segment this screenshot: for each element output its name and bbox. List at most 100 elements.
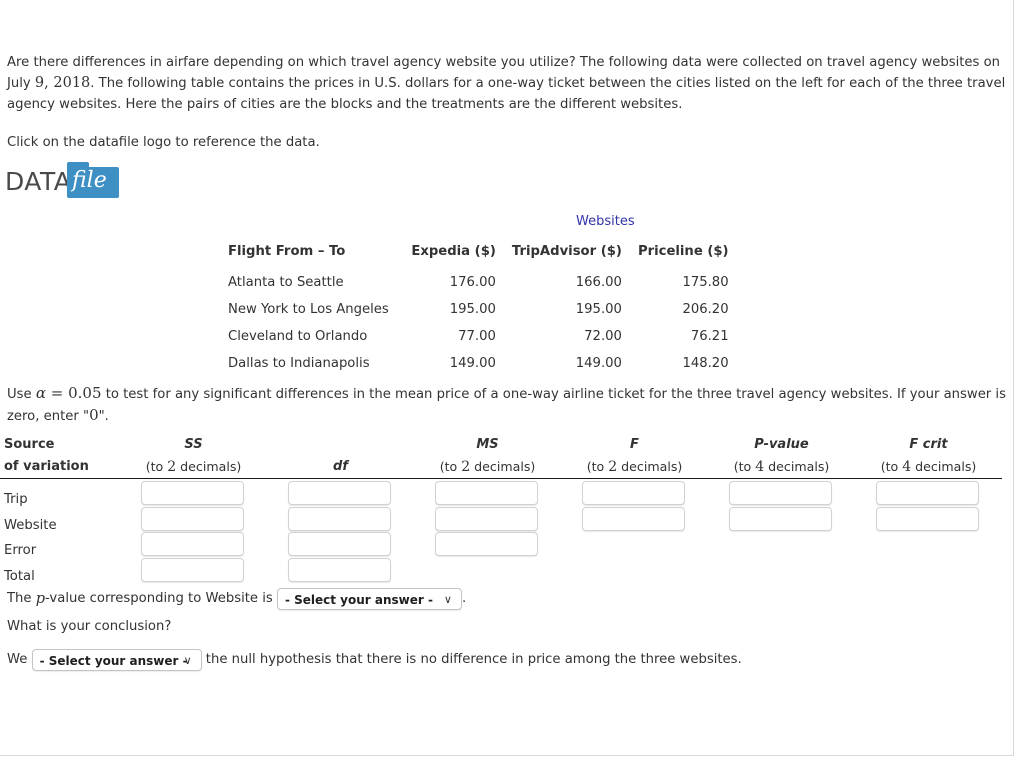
pvalue-sub-num: 4 bbox=[755, 459, 765, 475]
anova-input-column-pvalue bbox=[729, 481, 832, 532]
datafile-logo[interactable]: DATA file bbox=[5, 160, 120, 200]
anova-input-column-ss bbox=[141, 481, 244, 583]
pvalue-middle: -value corresponding to Website is bbox=[45, 591, 277, 606]
airfare-data-table: Flight From – To Expedia ($) TripAdvisor… bbox=[222, 239, 739, 377]
intro-text-part2: . The following table contains the price… bbox=[7, 76, 1006, 112]
input-f-trip[interactable] bbox=[582, 481, 685, 505]
folder-icon: file bbox=[67, 162, 119, 198]
input-f-website[interactable] bbox=[582, 506, 685, 531]
fcrit-sub-prefix: (to bbox=[880, 459, 903, 474]
anova-header-pvalue: P-value (to 4 decimals) bbox=[729, 434, 834, 478]
question-page: Are there differences in airfare dependi… bbox=[0, 0, 1014, 756]
cell-expedia: 195.00 bbox=[449, 302, 496, 317]
cell-route: Atlanta to Seattle bbox=[228, 275, 344, 290]
pvalue-sub-suffix: decimals) bbox=[764, 459, 830, 474]
input-df-website[interactable] bbox=[288, 506, 391, 531]
pvalue-answer-dropdown[interactable]: - Select your answer - ∨ bbox=[276, 588, 462, 610]
anova-header-fcrit-title: F crit bbox=[909, 437, 948, 452]
anova-header-ss-title: SS bbox=[184, 437, 203, 452]
anova-header-df-title: df bbox=[333, 459, 348, 474]
alpha-value: 0.05 bbox=[68, 384, 102, 402]
anova-row-label-total: Total bbox=[4, 568, 35, 584]
cell-tripadvisor: 149.00 bbox=[575, 356, 622, 371]
alpha-middle: to test for any significant differences … bbox=[7, 387, 1006, 424]
anova-header-f: F (to 2 decimals) bbox=[582, 434, 687, 478]
table-row: Dallas to Indianapolis 149.00 149.00 148… bbox=[222, 350, 739, 377]
ms-sub-prefix: (to bbox=[439, 459, 462, 474]
f-sub-num: 2 bbox=[608, 459, 618, 475]
input-df-error[interactable] bbox=[288, 532, 391, 556]
conclusion-answer-line: We - Select your answer - ∨ the null hypo… bbox=[7, 649, 742, 672]
anova-row-label-website: Website bbox=[4, 517, 57, 533]
pvalue-italic-p: p bbox=[35, 591, 46, 607]
anova-header-source-line1: Source bbox=[4, 437, 55, 452]
conclusion-prefix: We bbox=[7, 652, 28, 667]
anova-header-fcrit-sub: (to 4 decimals) bbox=[876, 455, 981, 478]
alpha-instruction: Use α = 0.05 to test for any significant… bbox=[7, 383, 1007, 427]
input-pvalue-website[interactable] bbox=[729, 506, 832, 531]
anova-header-fcrit: F crit (to 4 decimals) bbox=[876, 434, 981, 478]
alpha-symbol: α bbox=[35, 384, 46, 402]
intro-paragraph: Are there differences in airfare dependi… bbox=[7, 52, 1009, 115]
anova-header-pvalue-title: P-value bbox=[754, 437, 809, 452]
cell-route: Dallas to Indianapolis bbox=[228, 356, 370, 371]
anova-row-label-trip: Trip bbox=[4, 492, 28, 507]
table-row: Atlanta to Seattle 176.00 166.00 175.80 bbox=[222, 269, 739, 296]
anova-header-ss: SS (to 2 decimals) bbox=[141, 434, 246, 478]
table-row: Cleveland to Orlando 77.00 72.00 76.21 bbox=[222, 323, 739, 350]
table-row: New York to Los Angeles 195.00 195.00 20… bbox=[222, 296, 739, 323]
input-ms-trip[interactable] bbox=[435, 481, 538, 505]
alpha-zero: 0 bbox=[89, 406, 99, 424]
anova-header-ms-sub: (to 2 decimals) bbox=[435, 455, 540, 478]
anova-header-divider bbox=[0, 478, 1002, 479]
anova-header-source-line2: of variation bbox=[4, 459, 89, 474]
anova-header-ss-sub: (to 2 decimals) bbox=[141, 455, 246, 478]
table-header-row: Flight From – To Expedia ($) TripAdvisor… bbox=[222, 239, 739, 269]
anova-input-column-ms bbox=[435, 481, 538, 558]
anova-header-f-title: F bbox=[630, 437, 639, 452]
input-ss-error[interactable] bbox=[141, 532, 244, 556]
input-fcrit-trip[interactable] bbox=[876, 481, 979, 505]
col-header-expedia: Expedia ($) bbox=[411, 244, 496, 259]
input-df-total[interactable] bbox=[288, 557, 391, 582]
input-ss-total[interactable] bbox=[141, 557, 244, 582]
alpha-equals: = bbox=[45, 384, 69, 402]
pvalue-sub-prefix: (to bbox=[733, 459, 756, 474]
input-pvalue-trip[interactable] bbox=[729, 481, 832, 505]
input-ms-website[interactable] bbox=[435, 506, 538, 531]
fcrit-sub-num: 4 bbox=[902, 459, 912, 475]
anova-row-label-error: Error bbox=[4, 543, 37, 559]
anova-header-f-sub: (to 2 decimals) bbox=[582, 455, 687, 478]
cell-tripadvisor: 72.00 bbox=[584, 329, 622, 344]
input-ss-website[interactable] bbox=[141, 506, 244, 531]
pvalue-question-line: The p-value corresponding to Website is … bbox=[7, 588, 466, 611]
cell-route: New York to Los Angeles bbox=[228, 302, 389, 317]
datafile-instruction: Click on the datafile logo to reference … bbox=[7, 135, 320, 150]
anova-header-ms-title: MS bbox=[476, 437, 499, 452]
anova-row-labels: Trip Website Error Total bbox=[4, 487, 57, 589]
datafile-logo-text: DATA bbox=[5, 167, 72, 196]
alpha-prefix: Use bbox=[7, 387, 36, 402]
cell-expedia: 77.00 bbox=[458, 329, 496, 344]
chevron-down-icon: ∨ bbox=[183, 654, 192, 667]
cell-tripadvisor: 195.00 bbox=[575, 302, 622, 317]
ss-sub-suffix: decimals) bbox=[176, 459, 242, 474]
input-df-trip[interactable] bbox=[288, 481, 391, 505]
input-fcrit-website[interactable] bbox=[876, 506, 979, 531]
conclusion-answer-dropdown[interactable]: - Select your answer - ∨ bbox=[31, 649, 202, 671]
ss-sub-prefix: (to bbox=[145, 459, 168, 474]
input-ms-error[interactable] bbox=[435, 532, 538, 556]
cell-tripadvisor: 166.00 bbox=[575, 275, 622, 290]
pvalue-prefix: The bbox=[7, 591, 36, 606]
cell-priceline: 175.80 bbox=[682, 275, 729, 290]
anova-input-column-f bbox=[582, 481, 685, 532]
input-ss-trip[interactable] bbox=[141, 481, 244, 505]
ms-sub-suffix: decimals) bbox=[470, 459, 536, 474]
chevron-down-icon: ∨ bbox=[443, 593, 452, 606]
datafile-logo-file-text: file bbox=[72, 168, 107, 193]
cell-expedia: 176.00 bbox=[449, 275, 496, 290]
f-sub-suffix: decimals) bbox=[617, 459, 683, 474]
anova-header-row: Source of variation SS (to 2 decimals) d… bbox=[0, 434, 1002, 478]
cell-expedia: 149.00 bbox=[449, 356, 496, 371]
col-header-tripadvisor: TripAdvisor ($) bbox=[511, 244, 622, 259]
